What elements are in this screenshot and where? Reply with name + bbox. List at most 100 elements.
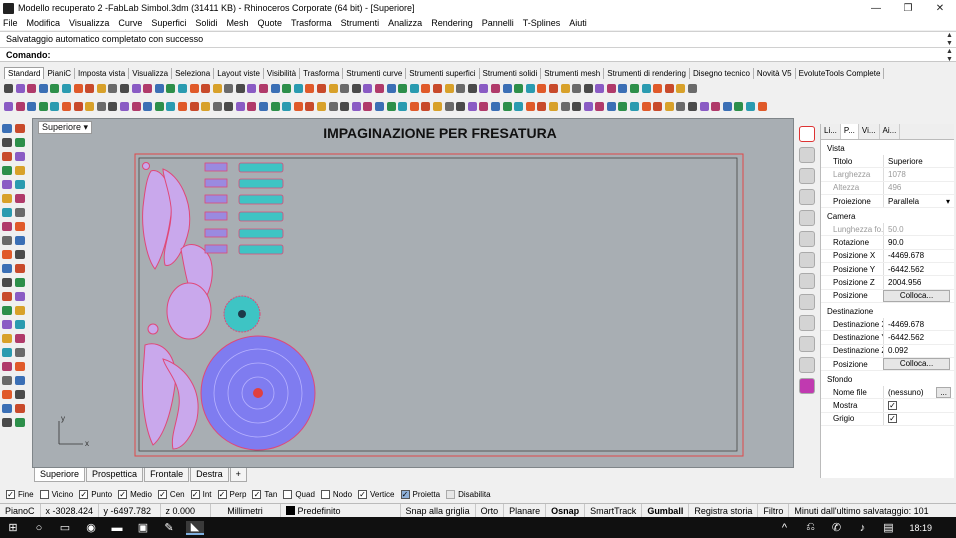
property-value[interactable]: -6442.562 xyxy=(883,263,954,276)
toolbar-tool-icon[interactable] xyxy=(224,83,234,93)
toolbar-tool-icon[interactable] xyxy=(61,101,71,111)
status-layer[interactable]: Predefinito xyxy=(281,504,401,517)
toolbar-tool-icon[interactable] xyxy=(711,101,721,111)
toolbar-tool-icon[interactable] xyxy=(572,101,582,111)
left-tool-icon[interactable] xyxy=(15,320,25,329)
osnap-checkbox[interactable]: ✓ xyxy=(217,490,227,499)
toolbar-tool-icon[interactable] xyxy=(50,83,60,93)
toolbar-tool-icon[interactable] xyxy=(375,101,384,111)
osnap-fine[interactable]: ✓ Fine xyxy=(6,490,34,499)
toolbar-tool-icon[interactable] xyxy=(676,83,686,93)
toolbar-tool-icon[interactable] xyxy=(85,101,95,111)
brush-icon[interactable] xyxy=(799,315,815,331)
toolbar-tool-icon[interactable] xyxy=(398,101,408,111)
toolbar-tool-icon[interactable] xyxy=(328,83,338,93)
tray-notifications-icon[interactable]: ▤ xyxy=(879,521,897,535)
molecule-icon[interactable] xyxy=(799,189,815,205)
left-tool-icon[interactable] xyxy=(2,194,12,203)
left-tool-icon[interactable] xyxy=(2,124,12,133)
tray-chevron-icon[interactable]: ^ xyxy=(775,521,793,535)
toolbar-tool-icon[interactable] xyxy=(363,83,373,93)
left-tool-icon[interactable] xyxy=(15,418,25,427)
projection-dropdown-icon[interactable]: ▾ xyxy=(946,197,950,206)
toolbar-tool-icon[interactable] xyxy=(583,83,593,93)
status-history[interactable]: Registra storia xyxy=(689,504,759,517)
toolbar-tool-icon[interactable] xyxy=(154,83,164,93)
toolbar-tool-icon[interactable] xyxy=(490,83,500,93)
toolbar-tool-icon[interactable] xyxy=(131,83,141,93)
toolbar-tool-icon[interactable] xyxy=(630,83,640,93)
left-tool-icon[interactable] xyxy=(15,124,25,133)
panel-tab-3[interactable]: Ai... xyxy=(880,124,901,139)
toolbar-tool-icon[interactable] xyxy=(757,101,767,111)
left-tool-icon[interactable] xyxy=(15,152,25,161)
toolbar-tool-icon[interactable] xyxy=(282,101,292,111)
toolbar-tool-icon[interactable] xyxy=(537,101,547,111)
toolbar-tool-icon[interactable] xyxy=(201,83,211,93)
toolbar-tab-strumenti-superfici[interactable]: Strumenti superfici xyxy=(406,68,480,79)
snapshot-icon[interactable] xyxy=(799,126,815,142)
menu-item-file[interactable]: File xyxy=(3,18,18,28)
toolbar-tool-icon[interactable] xyxy=(676,101,686,111)
toolbar-tool-icon[interactable] xyxy=(456,83,466,93)
toolbar-tool-icon[interactable] xyxy=(270,83,280,93)
panel-tab-0[interactable]: Li... xyxy=(821,124,841,139)
menu-item-t-splines[interactable]: T-Splines xyxy=(523,18,561,28)
toolbar-tool-icon[interactable] xyxy=(467,83,477,93)
toolbar-tool-icon[interactable] xyxy=(235,83,245,93)
property-value[interactable]: -4469.678 xyxy=(883,317,954,331)
left-tool-icon[interactable] xyxy=(15,180,25,189)
left-tool-icon[interactable] xyxy=(15,404,25,413)
toolbar-tool-icon[interactable] xyxy=(734,101,744,111)
toolbar-tab-visibilit-[interactable]: Visibilità xyxy=(264,68,301,79)
osnap-checkbox[interactable]: ✓ xyxy=(400,490,410,499)
left-tool-icon[interactable] xyxy=(2,418,12,427)
osnap-perp[interactable]: ✓ Perp xyxy=(217,490,246,499)
toolbar-tool-icon[interactable] xyxy=(259,101,269,111)
viewport-tab-2[interactable]: Frontale xyxy=(144,468,190,482)
toolbar-tool-icon[interactable] xyxy=(722,101,732,111)
command-scroll-arrows[interactable]: ▲ ▼ ▲ ▼ xyxy=(946,32,954,64)
viewport-tab-0[interactable]: Superiore xyxy=(34,468,86,482)
property-value[interactable]: Superiore xyxy=(883,155,954,168)
toolbar-tool-icon[interactable] xyxy=(189,101,199,111)
osnap-checkbox[interactable]: ✓ xyxy=(358,490,368,499)
toolbar-tool-icon[interactable] xyxy=(548,83,558,93)
toolbar-tool-icon[interactable] xyxy=(340,101,350,111)
toolbar-tool-icon[interactable] xyxy=(386,83,396,93)
sfondo-file-browse-button[interactable]: ... xyxy=(936,386,951,398)
toolbar-tool-icon[interactable] xyxy=(108,101,118,111)
toolbar-tool-icon[interactable] xyxy=(143,83,153,93)
left-tool-icon[interactable] xyxy=(15,334,25,343)
toolbar-tab-strumenti-mesh[interactable]: Strumenti mesh xyxy=(541,68,605,79)
menu-item-pannelli[interactable]: Pannelli xyxy=(482,18,514,28)
status-gumball[interactable]: Gumball xyxy=(642,504,690,517)
bug-icon[interactable] xyxy=(799,378,815,394)
toolbar-tool-icon[interactable] xyxy=(85,83,95,93)
toolbar-tool-icon[interactable] xyxy=(548,101,558,111)
osnap-punto[interactable]: ✓ Punto xyxy=(79,490,112,499)
maximize-button[interactable]: ❐ xyxy=(892,3,924,14)
left-tool-icon[interactable] xyxy=(15,264,25,273)
toolbar-tool-icon[interactable] xyxy=(456,101,466,111)
menu-item-quote[interactable]: Quote xyxy=(257,18,282,28)
osnap-checkbox[interactable] xyxy=(39,490,49,499)
status-plane[interactable]: PianoC xyxy=(0,504,41,517)
left-tool-icon[interactable] xyxy=(2,348,12,357)
toolbar-tool-icon[interactable] xyxy=(166,101,176,111)
sculpt-icon[interactable] xyxy=(799,336,815,352)
status-grid-snap[interactable]: Snap alla griglia xyxy=(401,504,476,517)
left-tool-icon[interactable] xyxy=(2,138,12,147)
taskbar-clock[interactable]: 18:19 xyxy=(909,523,932,533)
status-osnap[interactable]: Osnap xyxy=(546,504,586,517)
toolbar-tool-icon[interactable] xyxy=(409,101,419,111)
panel-tab-2[interactable]: Vi... xyxy=(859,124,880,139)
toolbar-tool-icon[interactable] xyxy=(15,83,25,93)
left-tool-icon[interactable] xyxy=(15,208,25,217)
command-prompt[interactable]: Comando: xyxy=(0,47,956,62)
toolbar-tab-strumenti-di-rendering[interactable]: Strumenti di rendering xyxy=(604,68,690,79)
tray-volume-icon[interactable]: ♪ xyxy=(853,521,871,535)
cube-top-icon[interactable] xyxy=(799,294,815,310)
globe-icon[interactable] xyxy=(799,168,815,184)
toolbar-tool-icon[interactable] xyxy=(444,101,454,111)
